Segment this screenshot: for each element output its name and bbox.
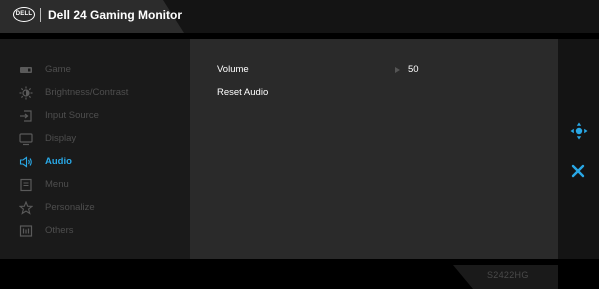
reset-audio-label: Reset Audio xyxy=(217,87,269,98)
menu-item-label: Audio xyxy=(45,156,72,167)
game-icon xyxy=(19,63,33,77)
title-bar: DELL Dell 24 Gaming Monitor xyxy=(0,0,599,33)
joystick-nav-icon[interactable] xyxy=(570,122,588,140)
others-icon xyxy=(19,224,33,238)
menu-item-audio[interactable]: Audio xyxy=(0,151,190,173)
dell-logo: DELL xyxy=(13,7,35,22)
menu-item-label: Brightness/Contrast xyxy=(45,87,129,98)
menu-item-personalize[interactable]: Personalize xyxy=(0,197,190,219)
title-separator xyxy=(40,8,41,22)
volume-value: 50 xyxy=(408,64,419,75)
menu-item-label: Game xyxy=(45,64,71,75)
reset-audio-row[interactable]: Reset Audio xyxy=(190,82,558,104)
menu-item-brightness-contrast[interactable]: Brightness/Contrast xyxy=(0,82,190,104)
menu-item-label: Display xyxy=(45,133,77,144)
menu-item-others[interactable]: Others xyxy=(0,220,190,242)
main-menu: Game Brightness/Contrast Input Source Di… xyxy=(0,39,190,259)
input-source-icon xyxy=(19,109,33,123)
menu-item-label: Others xyxy=(45,225,74,236)
audio-icon xyxy=(19,155,33,169)
control-panel xyxy=(558,39,599,259)
display-icon xyxy=(19,132,33,146)
menu-item-label: Personalize xyxy=(45,202,95,213)
menu-item-input-source[interactable]: Input Source xyxy=(0,105,190,127)
menu-item-label: Input Source xyxy=(45,110,99,121)
menu-icon xyxy=(19,178,33,192)
menu-item-game[interactable]: Game xyxy=(0,59,190,81)
star-icon xyxy=(18,200,34,215)
audio-settings-panel: Volume 50 Reset Audio xyxy=(190,39,558,259)
volume-row[interactable]: Volume 50 xyxy=(190,59,558,81)
menu-item-menu[interactable]: Menu xyxy=(0,174,190,196)
page-title: Dell 24 Gaming Monitor xyxy=(48,8,183,22)
close-icon[interactable] xyxy=(570,163,586,179)
brightness-icon xyxy=(19,86,33,100)
arrow-right-icon xyxy=(395,67,400,73)
menu-item-label: Menu xyxy=(45,179,69,190)
volume-label: Volume xyxy=(217,64,249,75)
footer: S2422HG xyxy=(0,259,599,289)
menu-item-display[interactable]: Display xyxy=(0,128,190,150)
model-name: S2422HG xyxy=(487,270,529,280)
